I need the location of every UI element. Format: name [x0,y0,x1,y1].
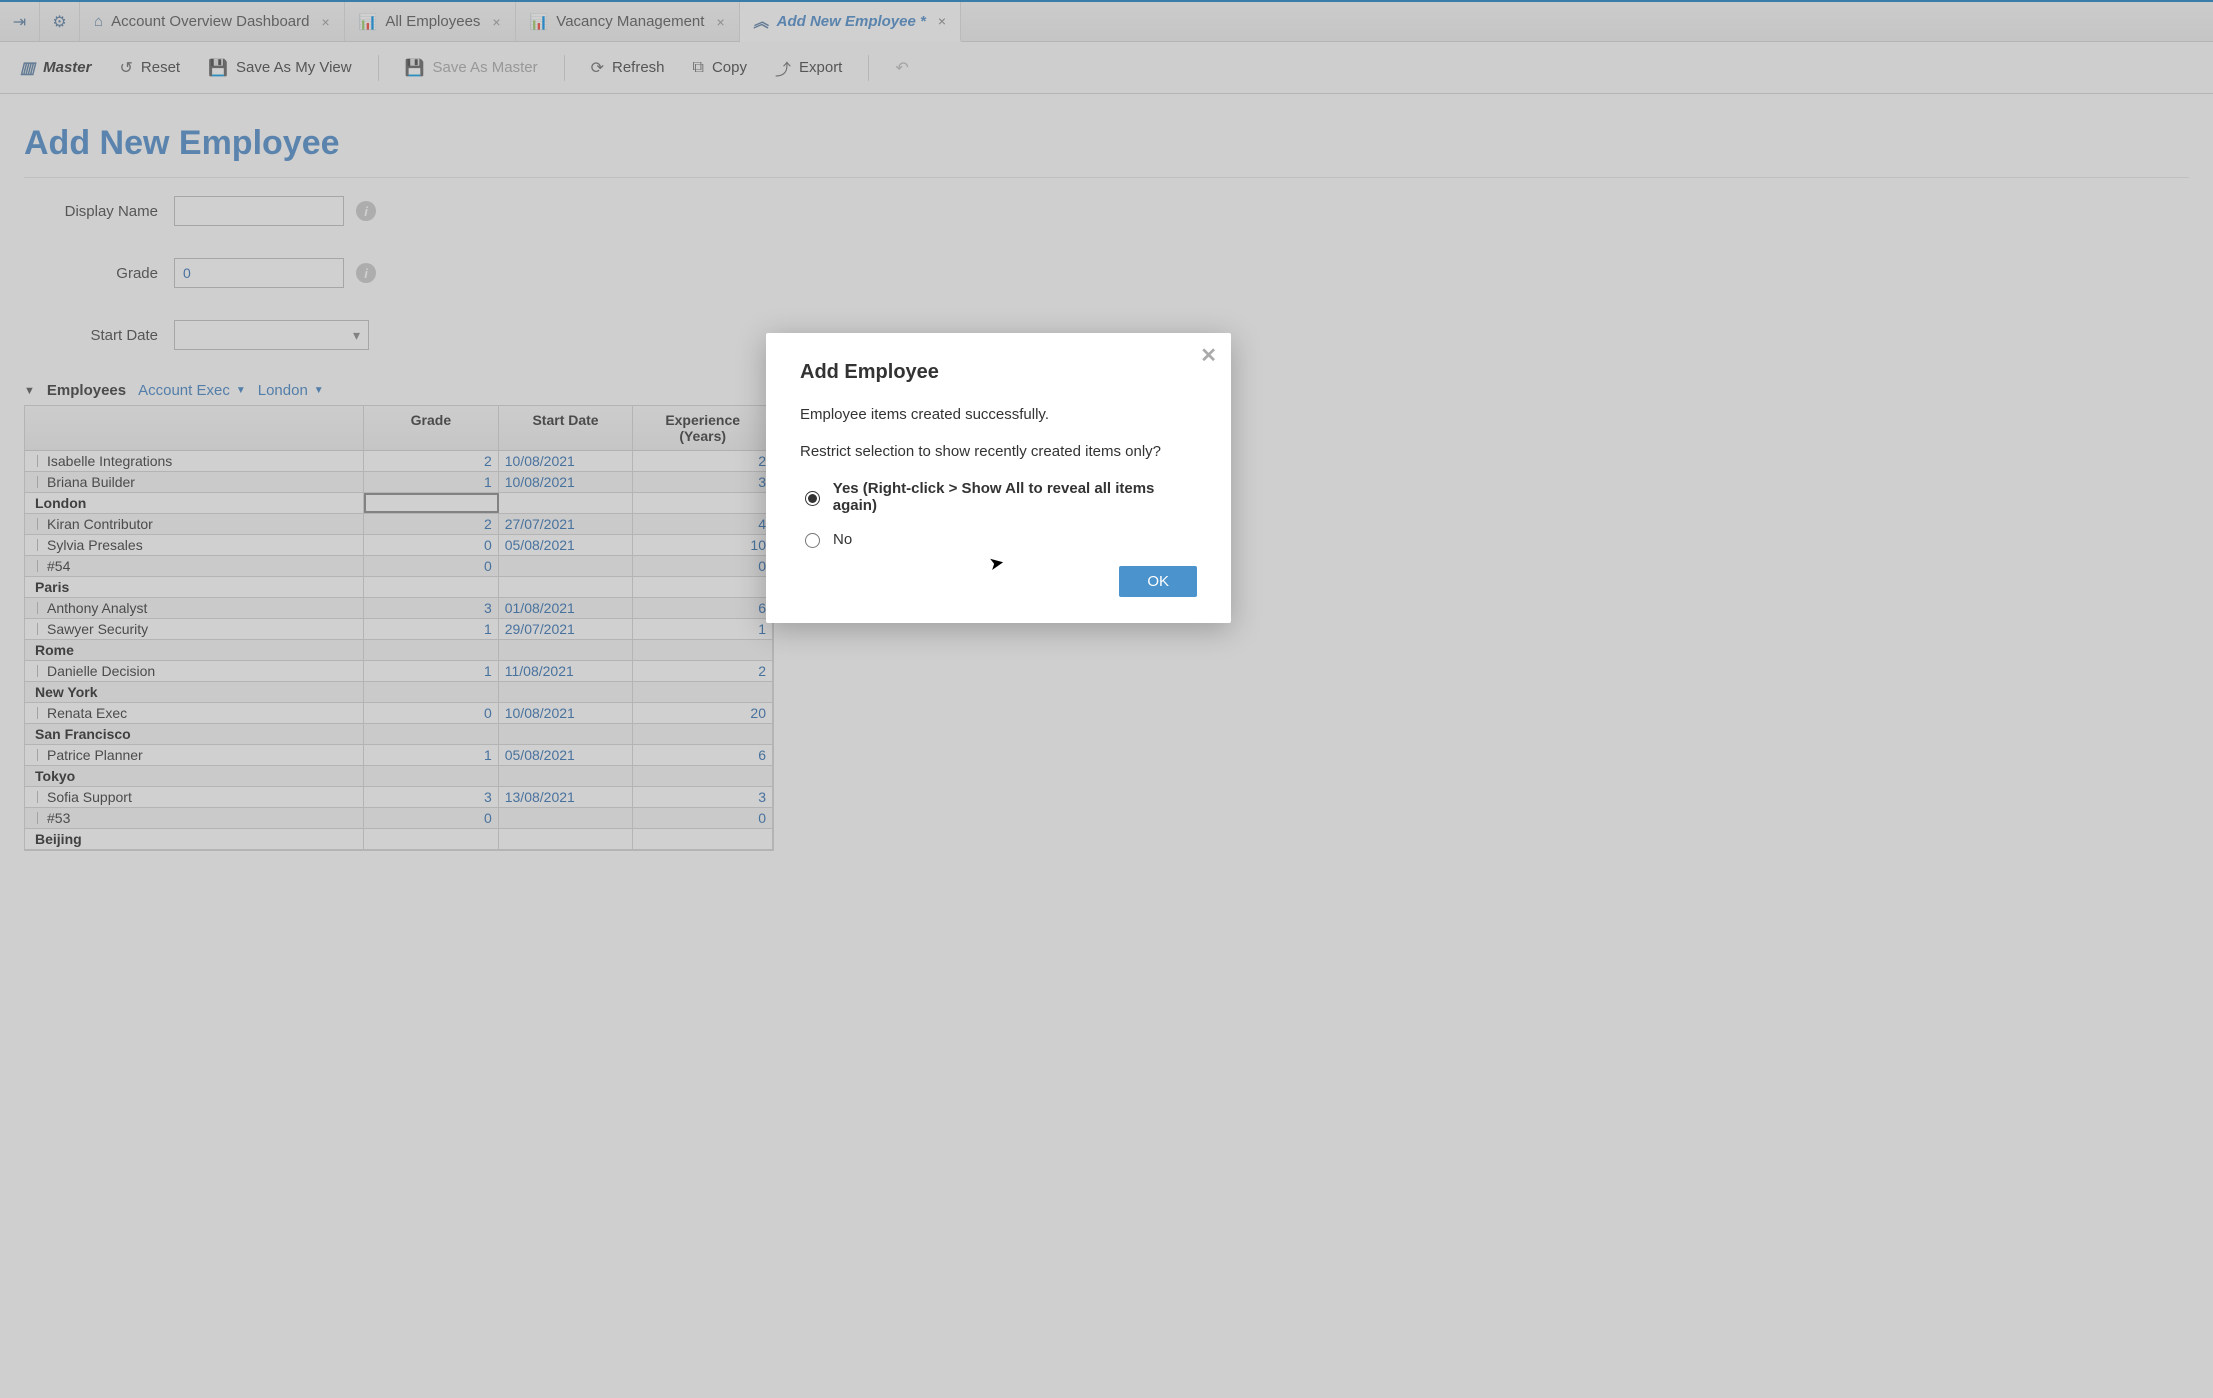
app-root: ⇥ ⚙ ⌂Account Overview Dashboard×📊All Emp… [0,0,2213,1398]
radio-yes[interactable] [805,491,820,506]
ok-button[interactable]: OK [1119,566,1197,597]
add-employee-modal: ✕ Add Employee Employee items created su… [766,333,1231,623]
modal-actions: OK [800,566,1197,597]
modal-question: Restrict selection to show recently crea… [800,443,1197,460]
radio-no[interactable] [805,533,820,548]
radio-no-label: No [833,531,852,548]
radio-yes-row[interactable]: Yes (Right-click > Show All to reveal al… [800,480,1197,514]
radio-yes-label: Yes (Right-click > Show All to reveal al… [833,480,1197,514]
modal-scrim [0,0,2213,1398]
modal-message: Employee items created successfully. [800,406,1197,423]
close-icon[interactable]: ✕ [1200,343,1217,368]
modal-title: Add Employee [800,361,1197,384]
radio-no-row[interactable]: No [800,530,1197,548]
